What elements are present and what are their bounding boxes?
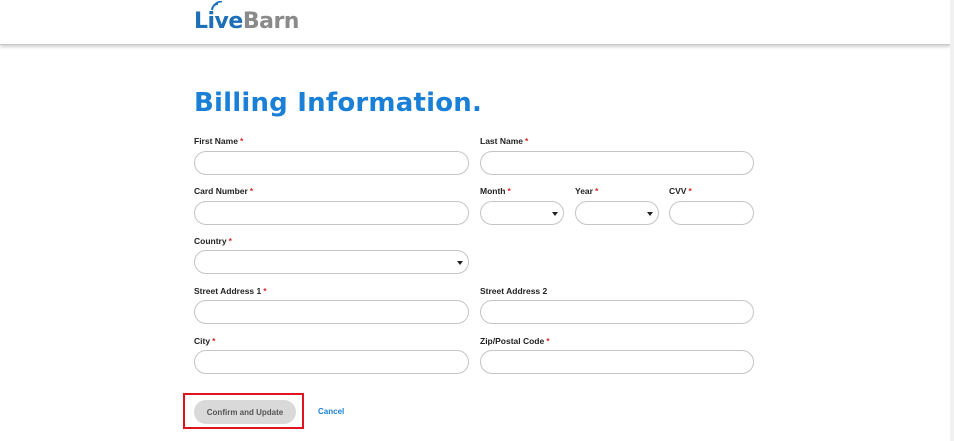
zip-input[interactable]	[481, 351, 753, 373]
required-marker: *	[594, 186, 599, 196]
required-marker: *	[212, 336, 216, 346]
logo-text-live: Live	[194, 9, 243, 34]
chevron-down-icon	[647, 212, 653, 216]
street-address-1-input[interactable]	[195, 301, 468, 323]
first-name-label: First Name *	[194, 136, 243, 146]
year-select[interactable]	[575, 201, 659, 225]
zip-label-text: Zip/Postal Code	[480, 336, 545, 346]
first-name-label-text: First Name	[194, 136, 238, 146]
top-header: LiveBarn	[0, 0, 950, 45]
scrollbar-track[interactable]	[950, 0, 954, 441]
first-name-input[interactable]	[195, 152, 468, 174]
city-label: City *	[194, 336, 215, 346]
country-label-text: Country	[194, 236, 227, 246]
cancel-link[interactable]: Cancel	[318, 407, 344, 416]
card-number-label-text: Card Number	[194, 186, 248, 196]
street-address-2-label-text: Street Address 2	[480, 286, 548, 296]
year-label: Year *	[575, 186, 598, 196]
country-label: Country *	[194, 236, 232, 246]
logo-text-barn: Barn	[242, 9, 300, 34]
required-marker: *	[507, 186, 511, 196]
required-marker: *	[228, 236, 232, 246]
last-name-label-text: Last Name	[480, 136, 523, 146]
city-input[interactable]	[195, 351, 468, 373]
last-name-field[interactable]	[480, 151, 754, 175]
chevron-down-icon	[552, 212, 558, 216]
street-address-1-field[interactable]	[194, 300, 469, 324]
signal-icon	[211, 1, 223, 11]
required-marker: *	[546, 336, 550, 346]
required-marker: *	[239, 136, 244, 146]
card-number-label: Card Number *	[194, 186, 253, 196]
street-address-1-label-text: Street Address 1	[194, 286, 262, 296]
city-field[interactable]	[194, 350, 469, 374]
month-label: Month *	[480, 186, 511, 196]
card-number-field[interactable]	[194, 201, 469, 225]
country-select[interactable]	[194, 250, 469, 274]
required-marker: *	[249, 186, 254, 196]
street-address-1-label: Street Address 1 *	[194, 286, 267, 296]
cvv-field[interactable]	[669, 201, 754, 225]
city-label-text: City	[194, 336, 211, 346]
page-title: Billing Information.	[194, 88, 483, 118]
card-number-input[interactable]	[195, 202, 468, 224]
first-name-field[interactable]	[194, 151, 469, 175]
chevron-down-icon	[457, 261, 463, 265]
required-marker: *	[525, 136, 529, 146]
street-address-2-field[interactable]	[480, 300, 754, 324]
month-label-text: Month	[480, 186, 506, 196]
cvv-input[interactable]	[670, 202, 753, 224]
required-marker: *	[688, 186, 692, 196]
street-address-2-input[interactable]	[481, 301, 753, 323]
month-select[interactable]	[480, 201, 564, 225]
zip-label: Zip/Postal Code *	[480, 336, 550, 346]
livebarn-logo[interactable]: LiveBarn	[194, 1, 300, 35]
last-name-label: Last Name *	[480, 136, 528, 146]
cvv-label: CVV *	[669, 186, 692, 196]
cvv-label-text: CVV	[669, 186, 687, 196]
zip-field[interactable]	[480, 350, 754, 374]
required-marker: *	[263, 286, 267, 296]
last-name-input[interactable]	[481, 152, 753, 174]
street-address-2-label: Street Address 2	[480, 286, 547, 296]
confirm-and-update-button[interactable]: Confirm and Update	[194, 400, 296, 424]
year-label-text: Year	[575, 186, 593, 196]
